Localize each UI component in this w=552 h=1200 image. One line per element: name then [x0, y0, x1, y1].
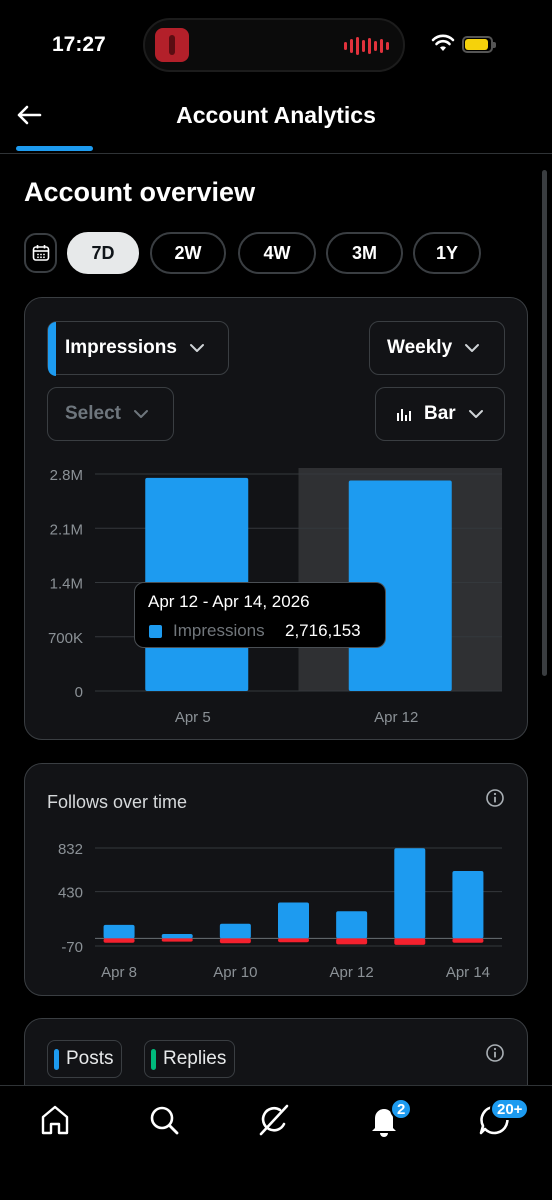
- follows-bar: [452, 871, 484, 939]
- y-tick-label: 832: [58, 841, 83, 858]
- unfollows-bar: [452, 938, 484, 943]
- posts-swatch: [54, 1049, 59, 1070]
- replies-swatch: [151, 1049, 156, 1070]
- notifications-badge: 2: [390, 1098, 413, 1120]
- unfollows-bar: [161, 938, 193, 942]
- follows-bar: [103, 924, 135, 939]
- unfollows-bar: [219, 938, 251, 944]
- unfollows-bar: [336, 938, 368, 945]
- unfollows-bar: [278, 938, 309, 943]
- x-tick-label: Apr 12: [330, 964, 374, 981]
- x-tick-label: Apr 10: [213, 964, 257, 981]
- unfollows-bar: [103, 938, 135, 943]
- follows-bar: [336, 911, 368, 939]
- bottom-navigation: 2 20+: [0, 1085, 552, 1200]
- legend-posts-label: Posts: [66, 1048, 114, 1069]
- info-icon[interactable]: [485, 1043, 505, 1063]
- x-tick-label: Apr 14: [446, 964, 490, 981]
- follows-bar: [161, 934, 193, 939]
- unfollows-bar: [394, 938, 426, 945]
- legend-replies-toggle[interactable]: Replies: [144, 1040, 235, 1078]
- search-icon[interactable]: [146, 1102, 182, 1138]
- home-icon[interactable]: [37, 1102, 73, 1138]
- legend-replies-label: Replies: [163, 1048, 227, 1069]
- follows-bar: [394, 848, 426, 939]
- grok-icon[interactable]: [256, 1102, 292, 1138]
- x-tick-label: Apr 8: [101, 964, 137, 981]
- legend-posts-toggle[interactable]: Posts: [47, 1040, 122, 1078]
- follows-bar: [219, 923, 251, 939]
- y-tick-label: 430: [58, 885, 83, 902]
- messages-badge: 20+: [490, 1098, 530, 1120]
- follows-bar: [278, 902, 309, 939]
- y-tick-label: -70: [61, 939, 83, 956]
